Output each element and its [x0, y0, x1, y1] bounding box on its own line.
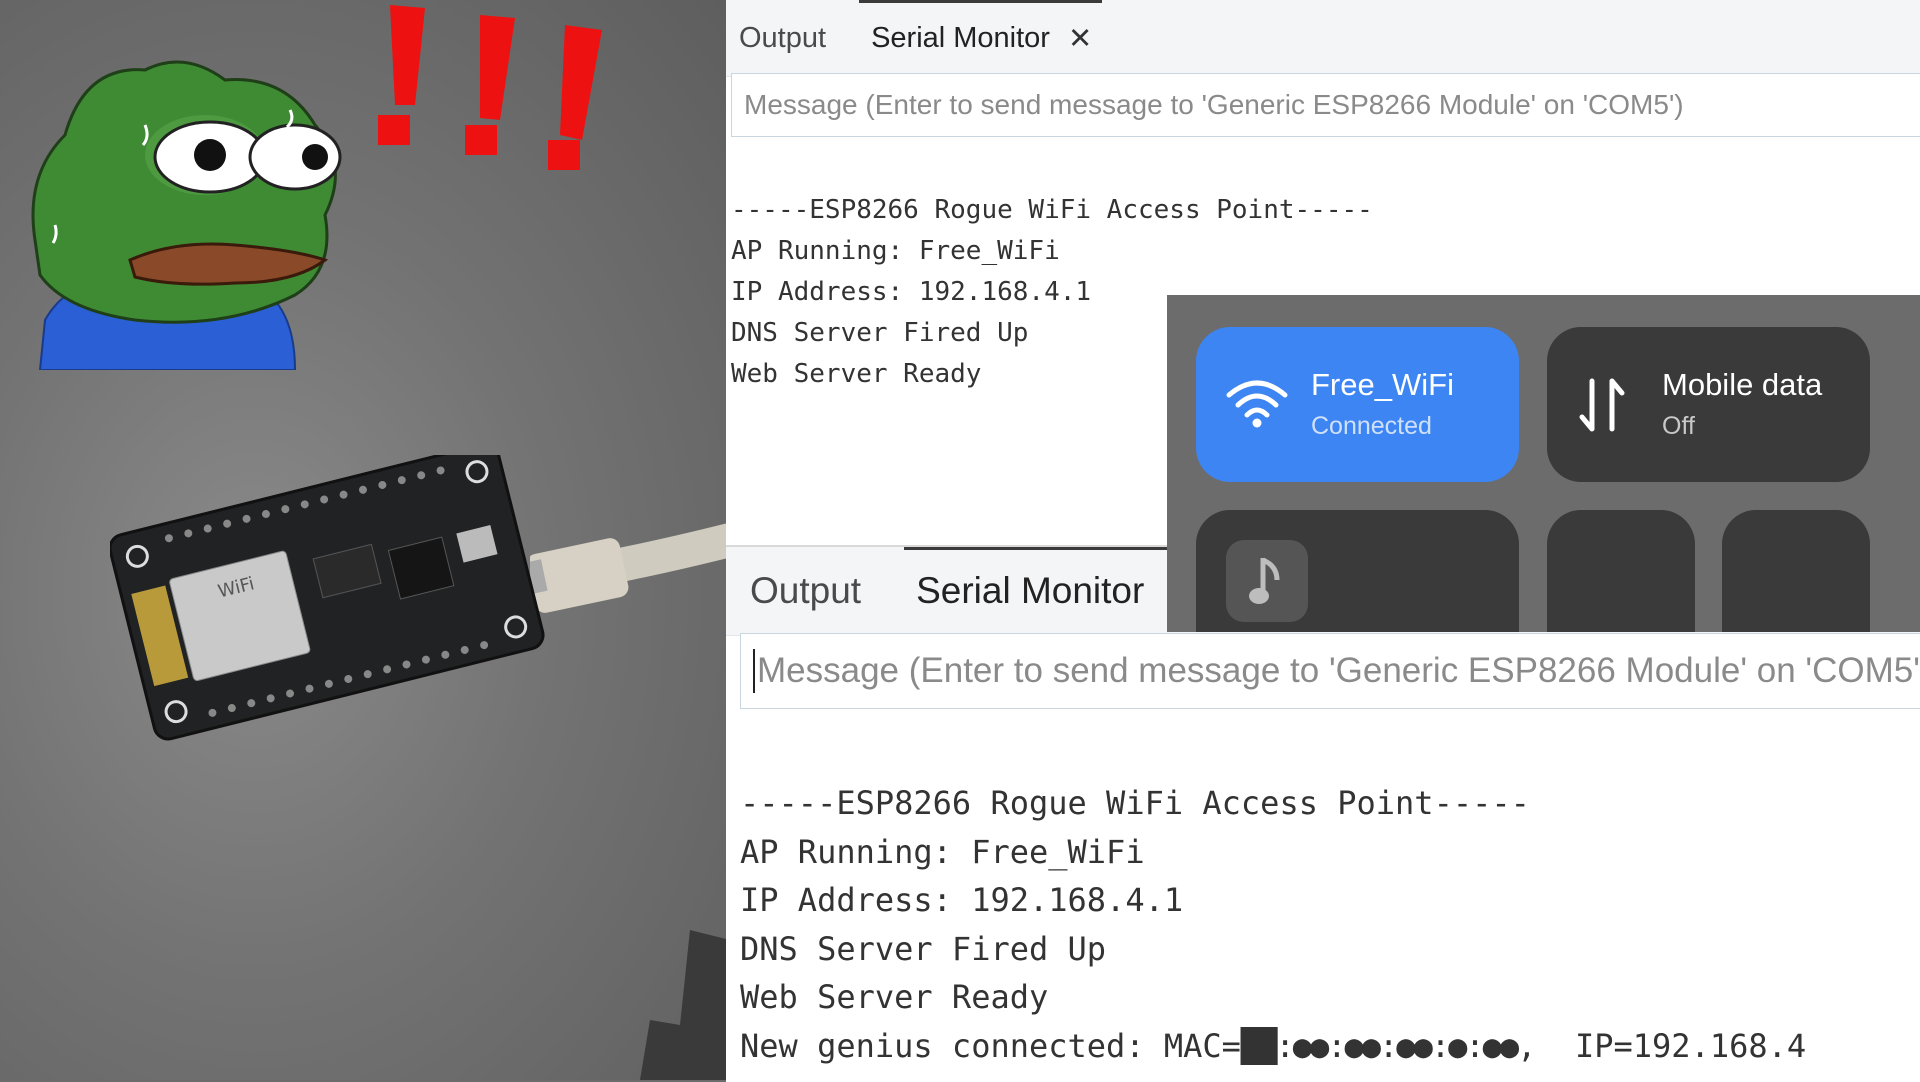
serial-console-output: -----ESP8266 Rogue WiFi Access Point----…	[740, 779, 1806, 1070]
mobile-data-tile-status: Off	[1662, 412, 1695, 440]
message-placeholder: Message (Enter to send message to 'Gener…	[757, 651, 1920, 690]
message-input[interactable]: Message (Enter to send message to 'Gener…	[731, 73, 1920, 137]
wifi-tile-title: Free_WiFi	[1311, 367, 1454, 402]
message-input[interactable]: Message (Enter to send message to 'Gener…	[740, 633, 1920, 709]
nodemcu-board: WiFi	[110, 455, 545, 741]
photo-esp8266-board: WiFi	[0, 0, 726, 1080]
close-icon[interactable]: ✕	[1068, 21, 1092, 56]
console-line: Web Server Ready	[740, 978, 1049, 1016]
exclamation-marks	[378, 5, 602, 170]
mobile-data-tile[interactable]: Mobile data Off	[1547, 327, 1870, 482]
mobile-data-icon	[1579, 378, 1625, 432]
console-line: AP Running: Free_WiFi	[731, 236, 1060, 266]
tab-serial-monitor-label: Serial Monitor	[871, 21, 1050, 54]
wifi-icon	[1226, 380, 1288, 428]
tab-serial-monitor[interactable]: Serial Monitor ✕	[904, 547, 1204, 635]
console-line: -----ESP8266 Rogue WiFi Access Point----…	[731, 195, 1373, 225]
console-line: DNS Server Fired Up	[740, 929, 1107, 968]
new-client-prefix: New genius connected: MAC=	[740, 1026, 1241, 1065]
tab-output[interactable]: Output	[739, 0, 826, 76]
media-tile[interactable]	[1196, 510, 1519, 632]
tab-output[interactable]: Output	[750, 547, 861, 635]
new-client-suffix: , IP=192.168.4	[1517, 1026, 1807, 1065]
background-object	[640, 930, 726, 1080]
tab-bar: Output Serial Monitor ✕	[726, 0, 1920, 77]
quick-tile[interactable]	[1547, 510, 1695, 632]
tab-serial-monitor-label: Serial Monitor	[916, 570, 1145, 611]
console-line-new-client: New genius connected: MAC=██:●●:●●:●●:●:…	[740, 1022, 1806, 1071]
pepe-sticker	[31, 60, 342, 370]
console-line: -----ESP8266 Rogue WiFi Access Point----…	[740, 784, 1530, 822]
tab-serial-monitor[interactable]: Serial Monitor ✕	[859, 0, 1103, 76]
redacted-mac: ██:●●:●●:●●:●:●●	[1240, 1026, 1519, 1065]
mobile-data-tile-title: Mobile data	[1662, 367, 1823, 402]
wifi-tile-status: Connected	[1311, 412, 1432, 440]
console-line: IP Address: 192.168.4.1	[740, 881, 1184, 919]
quick-tile[interactable]	[1722, 510, 1870, 632]
tab-output-label: Output	[750, 570, 862, 611]
wifi-tile[interactable]: Free_WiFi Connected	[1196, 327, 1519, 482]
console-line: AP Running: Free_WiFi	[740, 832, 1145, 871]
message-placeholder: Message (Enter to send message to 'Gener…	[744, 89, 1684, 120]
quick-settings-panel: Free_WiFi Connected Mobile data Off	[1167, 295, 1920, 632]
music-note-icon	[1226, 540, 1308, 622]
text-caret	[753, 649, 755, 693]
tab-output-label: Output	[739, 21, 827, 54]
